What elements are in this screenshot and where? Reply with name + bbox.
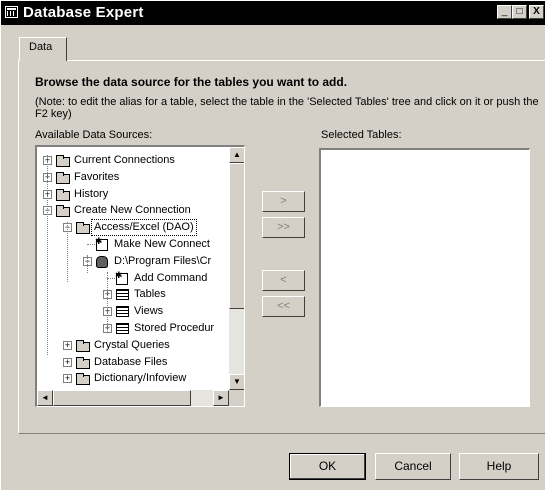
tree-node-label: Make New Connect — [114, 238, 210, 250]
horizontal-scroll-thumb[interactable] — [53, 390, 191, 406]
database-new-icon — [95, 234, 108, 251]
available-data-sources-label: Available Data Sources: — [35, 129, 153, 141]
scroll-down-button[interactable]: ▼ — [229, 374, 244, 390]
command-icon — [115, 268, 128, 285]
scroll-up-button[interactable]: ▲ — [229, 147, 244, 163]
vertical-scroll-thumb[interactable] — [229, 163, 244, 309]
folder-icon — [56, 188, 70, 201]
tree-node-label: Add Command — [134, 271, 208, 284]
table-icon — [116, 289, 129, 301]
tree-node[interactable]: + History — [37, 187, 227, 202]
cancel-button[interactable]: Cancel — [375, 453, 451, 480]
tree-node-label: Views — [134, 305, 164, 318]
tree-node-label: Crystal Queries — [94, 338, 170, 351]
folder-icon — [76, 356, 90, 369]
folder-icon — [76, 339, 90, 352]
tree-node-label: Stored Procedur — [134, 322, 215, 334]
window-title: Database Expert — [23, 4, 144, 21]
vertical-scrollbar[interactable]: ▲ ▼ — [229, 147, 244, 390]
tree-node-label: Database Files — [94, 355, 168, 368]
tree-connector — [47, 155, 48, 355]
tree-node[interactable]: + Views — [37, 304, 227, 319]
tree-node[interactable]: Add Command — [37, 268, 227, 286]
tree-node-label: Favorites — [74, 170, 120, 183]
scrollbar-corner — [229, 390, 244, 406]
tree-node[interactable]: Make New Connect — [37, 234, 227, 252]
title-bar[interactable]: Database Expert _ □ X — [1, 1, 545, 25]
tree-node[interactable]: + Stored Procedur — [37, 321, 227, 336]
folder-icon — [56, 205, 70, 218]
tree-connector — [87, 244, 95, 245]
tree-node-label: Access/Excel (DAO) — [91, 219, 197, 237]
tab-data[interactable]: Data — [19, 37, 67, 61]
folder-icon — [56, 171, 70, 184]
tree-node[interactable]: + Crystal Queries — [37, 338, 227, 353]
available-data-sources-tree[interactable]: + Current Connections + Favorites + History − C… — [35, 145, 245, 407]
tree-node-label: Dictionary/Infoview — [94, 372, 187, 385]
instructions-note: (Note: to edit the alias for a table, se… — [35, 96, 539, 120]
database-expert-window: Database Expert _ □ X Data Browse the da… — [0, 0, 545, 490]
remove-all-button[interactable]: << — [262, 296, 305, 317]
tree-node[interactable]: + Tables — [37, 287, 227, 302]
remove-selected-button[interactable]: < — [262, 270, 305, 291]
horizontal-scrollbar[interactable]: ◄ ► — [37, 390, 229, 406]
tree-connector — [107, 272, 108, 332]
scroll-left-button[interactable]: ◄ — [37, 390, 53, 406]
tree-node-label: Create New Connection — [74, 204, 191, 217]
tree-connector — [107, 277, 115, 279]
tree-node[interactable]: + Current Connections — [37, 153, 227, 168]
ok-button[interactable]: OK — [289, 453, 366, 480]
database-icon — [96, 255, 108, 268]
tree-node-label: D:\Program Files\Cr — [114, 254, 212, 267]
tree-connector — [67, 222, 68, 282]
help-button[interactable]: Help — [459, 453, 539, 480]
folder-icon — [56, 155, 70, 167]
table-icon — [116, 323, 129, 334]
close-button[interactable]: X — [529, 5, 544, 19]
tree-node[interactable]: + Favorites — [37, 170, 227, 185]
expand-icon[interactable]: + — [63, 340, 72, 350]
folder-icon — [76, 222, 90, 235]
tree-node-label: History — [74, 187, 109, 200]
tree-node[interactable]: − D:\Program Files\Cr — [37, 254, 227, 269]
instructions-heading: Browse the data source for the tables yo… — [35, 75, 348, 89]
add-selected-button[interactable]: > — [262, 191, 305, 212]
tree-node[interactable]: + Database Files — [37, 355, 227, 370]
add-all-button[interactable]: >> — [262, 217, 305, 238]
expand-icon[interactable]: + — [63, 357, 72, 367]
tree-node[interactable]: − Create New Connection — [37, 203, 227, 218]
table-icon — [116, 306, 129, 318]
folder-icon — [76, 373, 90, 386]
tree-node-label: Current Connections — [74, 154, 175, 166]
tree-node[interactable]: − Access/Excel (DAO) — [37, 219, 227, 237]
selected-tables-label: Selected Tables: — [321, 129, 402, 141]
selected-tables-tree[interactable] — [319, 148, 530, 407]
minimize-button[interactable]: _ — [497, 5, 512, 19]
tree-connector — [87, 255, 88, 273]
tree-node-label: Tables — [134, 288, 166, 301]
maximize-button[interactable]: □ — [512, 5, 527, 19]
scroll-right-button[interactable]: ► — [213, 390, 229, 406]
window-icon — [5, 6, 18, 18]
expand-icon[interactable]: + — [63, 374, 72, 384]
tree-node[interactable]: + Dictionary/Infoview — [37, 371, 227, 386]
